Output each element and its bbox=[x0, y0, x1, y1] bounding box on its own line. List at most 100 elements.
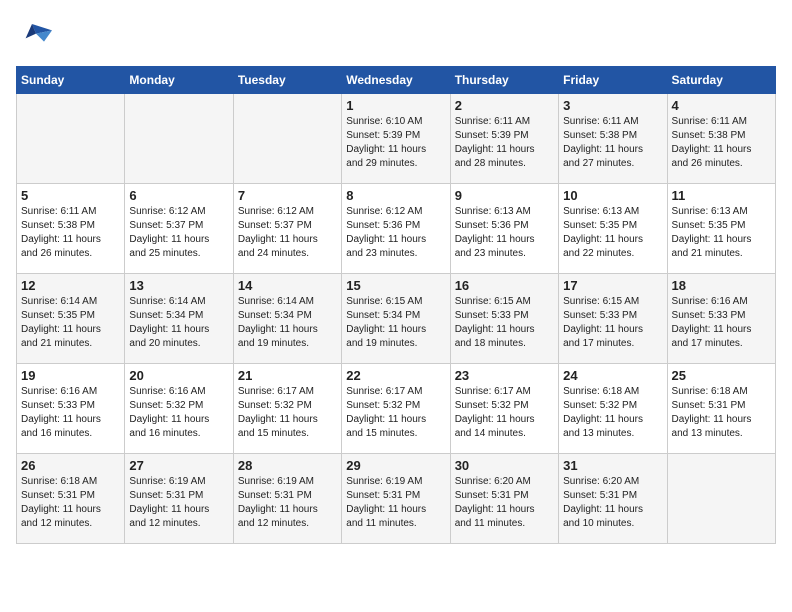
calendar-week-row: 19 Sunrise: 6:16 AM Sunset: 5:33 PM Dayli… bbox=[17, 364, 776, 454]
calendar-cell: 5Sunrise: 6:11 AM Sunset: 5:38 PM Daylig… bbox=[17, 184, 125, 274]
calendar-cell: 8Sunrise: 6:12 AM Sunset: 5:36 PM Daylig… bbox=[342, 184, 450, 274]
cell-info: Sunrise: 6:14 AM Sunset: 5:34 PM Dayligh… bbox=[238, 295, 337, 351]
day-number: 21 bbox=[238, 368, 337, 383]
calendar-cell: 23 Sunrise: 6:17 AM Sunset: 5:32 PM Dayli… bbox=[450, 364, 558, 454]
logo bbox=[16, 16, 60, 56]
calendar-cell: 21 Sunrise: 6:17 AM Sunset: 5:32 PM Dayli… bbox=[233, 364, 341, 454]
calendar-cell: 10Sunrise: 6:13 AM Sunset: 5:35 PM Dayli… bbox=[559, 184, 667, 274]
day-number: 7 bbox=[238, 188, 337, 203]
day-number: 16 bbox=[455, 278, 554, 293]
day-number: 24 bbox=[563, 368, 662, 383]
calendar-cell: 22Sunrise: 6:17 AM Sunset: 5:32 PM Dayli… bbox=[342, 364, 450, 454]
calendar-week-row: 1Sunrise: 6:10 AM Sunset: 5:39 PM Daylig… bbox=[17, 94, 776, 184]
cell-info: Sunrise: 6:18 AM Sunset: 5:32 PM Dayligh… bbox=[563, 385, 662, 441]
calendar-cell: 19 Sunrise: 6:16 AM Sunset: 5:33 PM Dayli… bbox=[17, 364, 125, 454]
weekday-header-wednesday: Wednesday bbox=[342, 67, 450, 94]
day-number: 23 bbox=[455, 368, 554, 383]
day-number: 25 bbox=[672, 368, 771, 383]
cell-info: Sunrise: 6:16 AM Sunset: 5:33 PM Dayligh… bbox=[21, 385, 120, 441]
weekday-header-thursday: Thursday bbox=[450, 67, 558, 94]
calendar-week-row: 5Sunrise: 6:11 AM Sunset: 5:38 PM Daylig… bbox=[17, 184, 776, 274]
day-number: 14 bbox=[238, 278, 337, 293]
day-number: 6 bbox=[129, 188, 228, 203]
cell-info: Sunrise: 6:15 AM Sunset: 5:33 PM Dayligh… bbox=[455, 295, 554, 351]
day-number: 29 bbox=[346, 458, 445, 473]
day-number: 30 bbox=[455, 458, 554, 473]
weekday-header-row: SundayMondayTuesdayWednesdayThursdayFrid… bbox=[17, 67, 776, 94]
calendar-cell: 20 Sunrise: 6:16 AM Sunset: 5:32 PM Dayli… bbox=[125, 364, 233, 454]
weekday-header-tuesday: Tuesday bbox=[233, 67, 341, 94]
calendar-cell: 31Sunrise: 6:20 AM Sunset: 5:31 PM Dayli… bbox=[559, 454, 667, 544]
cell-info: Sunrise: 6:13 AM Sunset: 5:35 PM Dayligh… bbox=[672, 205, 771, 261]
calendar-cell: 28 Sunrise: 6:19 AM Sunset: 5:31 PM Dayli… bbox=[233, 454, 341, 544]
day-number: 4 bbox=[672, 98, 771, 113]
calendar-cell bbox=[667, 454, 775, 544]
cell-info: Sunrise: 6:11 AM Sunset: 5:39 PM Dayligh… bbox=[455, 115, 554, 171]
day-number: 19 bbox=[21, 368, 120, 383]
cell-info: Sunrise: 6:11 AM Sunset: 5:38 PM Dayligh… bbox=[563, 115, 662, 171]
weekday-header-monday: Monday bbox=[125, 67, 233, 94]
cell-info: Sunrise: 6:15 AM Sunset: 5:34 PM Dayligh… bbox=[346, 295, 445, 351]
day-number: 20 bbox=[129, 368, 228, 383]
calendar-cell: 16 Sunrise: 6:15 AM Sunset: 5:33 PM Dayli… bbox=[450, 274, 558, 364]
calendar-cell: 27 Sunrise: 6:19 AM Sunset: 5:31 PM Dayli… bbox=[125, 454, 233, 544]
calendar-cell: 26 Sunrise: 6:18 AM Sunset: 5:31 PM Dayli… bbox=[17, 454, 125, 544]
calendar-cell: 13Sunrise: 6:14 AM Sunset: 5:34 PM Dayli… bbox=[125, 274, 233, 364]
calendar-cell: 30 Sunrise: 6:20 AM Sunset: 5:31 PM Dayli… bbox=[450, 454, 558, 544]
calendar-cell: 9 Sunrise: 6:13 AM Sunset: 5:36 PM Daylig… bbox=[450, 184, 558, 274]
cell-info: Sunrise: 6:12 AM Sunset: 5:36 PM Dayligh… bbox=[346, 205, 445, 261]
weekday-header-saturday: Saturday bbox=[667, 67, 775, 94]
day-number: 1 bbox=[346, 98, 445, 113]
logo-icon bbox=[16, 16, 56, 56]
day-number: 3 bbox=[563, 98, 662, 113]
cell-info: Sunrise: 6:11 AM Sunset: 5:38 PM Dayligh… bbox=[21, 205, 120, 261]
cell-info: Sunrise: 6:18 AM Sunset: 5:31 PM Dayligh… bbox=[21, 475, 120, 531]
day-number: 28 bbox=[238, 458, 337, 473]
cell-info: Sunrise: 6:19 AM Sunset: 5:31 PM Dayligh… bbox=[129, 475, 228, 531]
calendar-cell: 3 Sunrise: 6:11 AM Sunset: 5:38 PM Daylig… bbox=[559, 94, 667, 184]
calendar-cell: 12 Sunrise: 6:14 AM Sunset: 5:35 PM Dayli… bbox=[17, 274, 125, 364]
cell-info: Sunrise: 6:14 AM Sunset: 5:35 PM Dayligh… bbox=[21, 295, 120, 351]
calendar-cell: 1Sunrise: 6:10 AM Sunset: 5:39 PM Daylig… bbox=[342, 94, 450, 184]
day-number: 12 bbox=[21, 278, 120, 293]
cell-info: Sunrise: 6:12 AM Sunset: 5:37 PM Dayligh… bbox=[129, 205, 228, 261]
weekday-header-sunday: Sunday bbox=[17, 67, 125, 94]
calendar-table: SundayMondayTuesdayWednesdayThursdayFrid… bbox=[16, 66, 776, 544]
cell-info: Sunrise: 6:20 AM Sunset: 5:31 PM Dayligh… bbox=[563, 475, 662, 531]
day-number: 2 bbox=[455, 98, 554, 113]
day-number: 18 bbox=[672, 278, 771, 293]
cell-info: Sunrise: 6:17 AM Sunset: 5:32 PM Dayligh… bbox=[455, 385, 554, 441]
calendar-cell bbox=[17, 94, 125, 184]
cell-info: Sunrise: 6:12 AM Sunset: 5:37 PM Dayligh… bbox=[238, 205, 337, 261]
cell-info: Sunrise: 6:18 AM Sunset: 5:31 PM Dayligh… bbox=[672, 385, 771, 441]
day-number: 26 bbox=[21, 458, 120, 473]
calendar-cell: 11 Sunrise: 6:13 AM Sunset: 5:35 PM Dayli… bbox=[667, 184, 775, 274]
day-number: 10 bbox=[563, 188, 662, 203]
day-number: 27 bbox=[129, 458, 228, 473]
calendar-cell: 14 Sunrise: 6:14 AM Sunset: 5:34 PM Dayli… bbox=[233, 274, 341, 364]
calendar-cell: 2 Sunrise: 6:11 AM Sunset: 5:39 PM Daylig… bbox=[450, 94, 558, 184]
cell-info: Sunrise: 6:13 AM Sunset: 5:36 PM Dayligh… bbox=[455, 205, 554, 261]
day-number: 11 bbox=[672, 188, 771, 203]
calendar-cell: 4 Sunrise: 6:11 AM Sunset: 5:38 PM Daylig… bbox=[667, 94, 775, 184]
calendar-cell: 25 Sunrise: 6:18 AM Sunset: 5:31 PM Dayli… bbox=[667, 364, 775, 454]
cell-info: Sunrise: 6:14 AM Sunset: 5:34 PM Dayligh… bbox=[129, 295, 228, 351]
calendar-cell: 6 Sunrise: 6:12 AM Sunset: 5:37 PM Daylig… bbox=[125, 184, 233, 274]
cell-info: Sunrise: 6:20 AM Sunset: 5:31 PM Dayligh… bbox=[455, 475, 554, 531]
cell-info: Sunrise: 6:17 AM Sunset: 5:32 PM Dayligh… bbox=[238, 385, 337, 441]
cell-info: Sunrise: 6:19 AM Sunset: 5:31 PM Dayligh… bbox=[238, 475, 337, 531]
calendar-cell: 17Sunrise: 6:15 AM Sunset: 5:33 PM Dayli… bbox=[559, 274, 667, 364]
calendar-cell: 7 Sunrise: 6:12 AM Sunset: 5:37 PM Daylig… bbox=[233, 184, 341, 274]
day-number: 22 bbox=[346, 368, 445, 383]
page-header bbox=[16, 16, 776, 56]
calendar-cell: 24 Sunrise: 6:18 AM Sunset: 5:32 PM Dayli… bbox=[559, 364, 667, 454]
cell-info: Sunrise: 6:16 AM Sunset: 5:33 PM Dayligh… bbox=[672, 295, 771, 351]
cell-info: Sunrise: 6:16 AM Sunset: 5:32 PM Dayligh… bbox=[129, 385, 228, 441]
calendar-cell bbox=[233, 94, 341, 184]
calendar-cell: 18 Sunrise: 6:16 AM Sunset: 5:33 PM Dayli… bbox=[667, 274, 775, 364]
calendar-cell: 29Sunrise: 6:19 AM Sunset: 5:31 PM Dayli… bbox=[342, 454, 450, 544]
calendar-week-row: 12 Sunrise: 6:14 AM Sunset: 5:35 PM Dayli… bbox=[17, 274, 776, 364]
day-number: 9 bbox=[455, 188, 554, 203]
cell-info: Sunrise: 6:11 AM Sunset: 5:38 PM Dayligh… bbox=[672, 115, 771, 171]
calendar-week-row: 26 Sunrise: 6:18 AM Sunset: 5:31 PM Dayli… bbox=[17, 454, 776, 544]
